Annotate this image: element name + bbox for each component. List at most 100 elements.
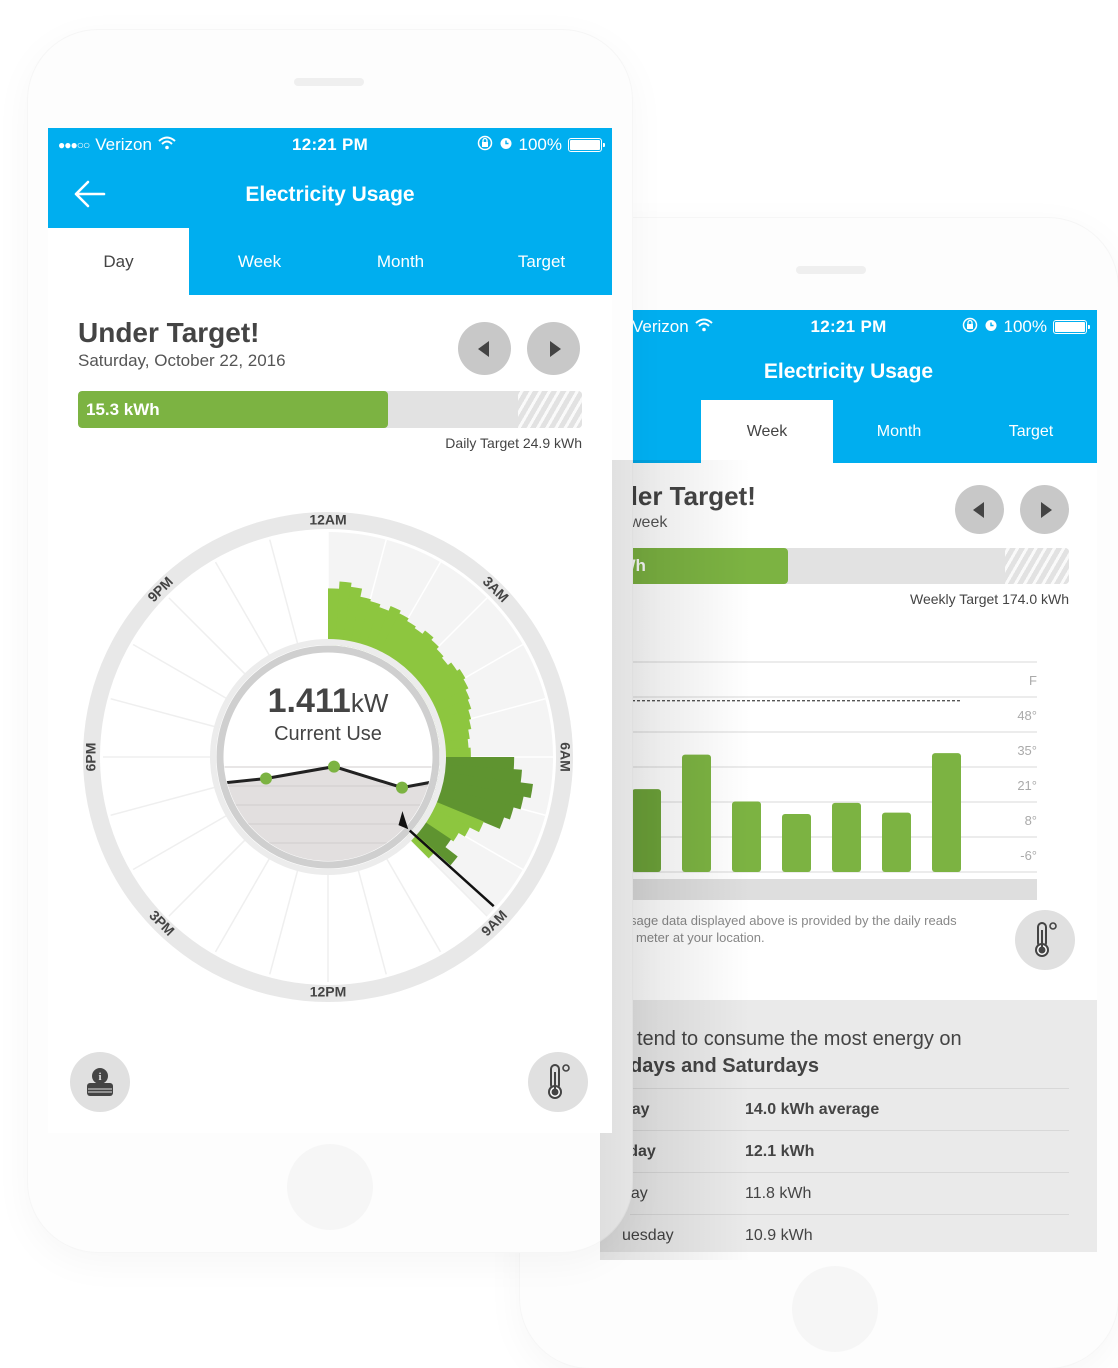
- weekly-bar: [782, 813, 811, 872]
- wifi-icon: [695, 317, 713, 337]
- nav-bar: Electricity Usage: [48, 162, 612, 228]
- y-tick-label: 35°: [1017, 743, 1037, 758]
- radial-chart-svg: 12AM3AM6AM9AM12PM3PM6PM9PM: [83, 512, 573, 1002]
- next-button[interactable]: [1020, 485, 1069, 534]
- y-tick-label: 8°: [1025, 813, 1037, 828]
- row-day: day: [622, 1100, 650, 1118]
- insight-table: day 14.0 kWh average rday 12.1 kWh day 11.8…: [622, 1088, 1069, 1252]
- usage-progress-fill: 15.3 kWh: [78, 391, 388, 428]
- weather-button[interactable]: [1015, 910, 1075, 970]
- status-time: 12:21 PM: [810, 317, 887, 336]
- tab-bar: ay Week Month Target: [600, 400, 1097, 463]
- row-value: 14.0 kWh average: [745, 1100, 880, 1118]
- current-use-unit: kW: [350, 688, 389, 718]
- footnote-line: sage data displayed above is provided by…: [630, 913, 957, 928]
- caret-left-icon: [477, 340, 489, 357]
- wifi-icon: [158, 135, 176, 155]
- insight-text: tend to consume the most energy on: [637, 1028, 962, 1050]
- row-value: 11.8 kWh: [745, 1184, 812, 1202]
- weekly-bar: [832, 802, 861, 872]
- usage-progress: kWh: [600, 548, 1069, 584]
- table-row: uesday 10.9 kWh: [622, 1215, 1069, 1252]
- tab-day[interactable]: Day: [48, 228, 189, 295]
- carrier: Verizon: [95, 135, 152, 154]
- battery-percent: 100%: [1003, 317, 1047, 336]
- tab-month[interactable]: Month: [330, 228, 471, 295]
- weather-button[interactable]: [528, 1052, 588, 1112]
- home-button: [287, 1144, 373, 1230]
- caret-right-icon: [1040, 501, 1052, 518]
- target-overflow-hatch: [518, 391, 582, 428]
- tab-month[interactable]: Month: [833, 400, 965, 463]
- status-bar: Verizon 12:21 PM 100%: [600, 310, 1097, 344]
- row-day: day: [622, 1184, 648, 1202]
- meter-info-button[interactable]: i: [70, 1052, 130, 1112]
- table-row: day 14.0 kWh average: [622, 1089, 1069, 1131]
- usage-progress: 15.3 kWh: [78, 391, 582, 428]
- alarm-icon: [499, 135, 513, 155]
- inset-point: [328, 760, 340, 773]
- summary: der Target! week kWh Weekly Target 174.0…: [600, 463, 1097, 643]
- insight-highlight: days and Saturdays: [630, 1055, 819, 1077]
- alarm-icon: [984, 317, 998, 337]
- weekly-chart: F 48° 35° 21° 8° -6°: [600, 640, 1070, 900]
- weekly-bar: [732, 801, 761, 872]
- thermometer-icon: [548, 1064, 570, 1099]
- pager: [458, 322, 580, 375]
- hour-label: 12PM: [310, 984, 347, 1000]
- thermometer-icon: [1035, 922, 1057, 957]
- home-button: [792, 1266, 878, 1352]
- target-overflow-hatch: [1005, 548, 1069, 584]
- footnote-line: meter at your location.: [636, 930, 765, 945]
- row-day: uesday: [622, 1227, 674, 1244]
- tab-target[interactable]: Target: [965, 400, 1097, 463]
- weekly-bar: [882, 812, 911, 872]
- table-row: day 11.8 kWh: [622, 1173, 1069, 1215]
- caret-left-icon: [972, 501, 984, 518]
- caret-right-icon: [549, 340, 561, 357]
- insights-panel: tend to consume the most energy on days …: [600, 1000, 1097, 1252]
- svg-text:i: i: [98, 1071, 101, 1083]
- target-label: Weekly Target 174.0 kWh: [909, 591, 1069, 607]
- battery-icon: [568, 138, 605, 152]
- weekly-bar: [632, 789, 661, 872]
- weekly-bar: [932, 753, 961, 872]
- prev-day-button[interactable]: [458, 322, 511, 375]
- status-bar: ●●●○○ Verizon 12:21 PM 100%: [48, 128, 612, 162]
- tab-week[interactable]: Week: [701, 400, 833, 463]
- week-screen: Verizon 12:21 PM 100% Electricity Usage …: [600, 310, 1097, 1252]
- carrier: Verizon: [632, 317, 689, 336]
- hour-label: 12AM: [309, 512, 346, 528]
- back-arrow-icon[interactable]: [72, 178, 108, 210]
- target-label: Daily Target 24.9 kWh: [445, 435, 582, 451]
- row-value: 12.1 kWh: [745, 1142, 815, 1160]
- y-tick-label: -6°: [1020, 848, 1037, 863]
- x-axis-band: [600, 879, 1037, 900]
- day-screen: ●●●○○ Verizon 12:21 PM 100% Electricity …: [48, 128, 612, 1133]
- page-title: Electricity Usage: [763, 360, 934, 383]
- tab-bar: Day Week Month Target: [48, 228, 612, 295]
- page-title: Electricity Usage: [245, 183, 415, 206]
- signal-strength-icon: ●●●○○: [58, 138, 90, 152]
- battery-icon: [1053, 320, 1090, 334]
- prev-button[interactable]: [955, 485, 1004, 534]
- current-use-readout: 1.411kW Current Use: [228, 682, 428, 746]
- rotation-lock-icon: [962, 317, 978, 338]
- radial-usage-chart: 12AM 3AM 6AM 9AM 12PM 3PM 6PM 9PM 1.411kW Curre…: [78, 504, 578, 1004]
- usage-label: 15.3 kWh: [86, 399, 160, 419]
- rotation-lock-icon: [477, 135, 493, 156]
- weekly-chart-svg: F 48° 35° 21° 8° -6°: [600, 661, 1037, 900]
- hour-label: 6PM: [83, 743, 99, 772]
- footnote: sage data displayed above is provided by…: [630, 912, 1000, 946]
- speaker: [796, 266, 866, 274]
- next-day-button[interactable]: [527, 322, 580, 375]
- tab-week[interactable]: Week: [189, 228, 330, 295]
- nav-bar: Electricity Usage: [600, 344, 1097, 400]
- inset-point: [396, 781, 408, 794]
- tab-target[interactable]: Target: [471, 228, 612, 295]
- current-use-label: Current Use: [274, 723, 382, 745]
- weekly-bar: [682, 754, 711, 872]
- row-day: rday: [622, 1142, 656, 1160]
- battery-percent: 100%: [518, 135, 562, 154]
- pager: [955, 485, 1069, 534]
